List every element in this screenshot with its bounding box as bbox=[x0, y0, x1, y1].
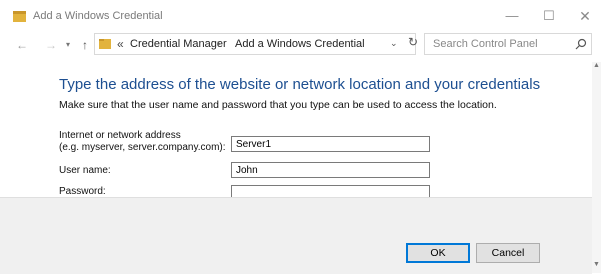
address-label-line2: (e.g. myserver, server.company.com): bbox=[59, 142, 226, 153]
address-bar[interactable]: « Credential Manager › Add a Windows Cre… bbox=[94, 33, 416, 55]
back-button[interactable]: ← bbox=[14, 37, 30, 53]
scroll-down-icon[interactable]: ▼ bbox=[593, 261, 600, 268]
vertical-scrollbar[interactable]: ▲ ▼ bbox=[592, 62, 601, 273]
scroll-up-icon[interactable]: ▲ bbox=[593, 62, 600, 69]
refresh-icon[interactable]: ↻ bbox=[408, 35, 418, 49]
address-overflow-button[interactable]: « bbox=[117, 36, 124, 52]
ok-button[interactable]: OK bbox=[406, 243, 470, 263]
control-panel-icon bbox=[99, 39, 111, 49]
forward-button[interactable]: → bbox=[43, 37, 59, 53]
username-input[interactable] bbox=[231, 162, 430, 178]
page-description: Make sure that the user name and passwor… bbox=[59, 99, 497, 111]
dialog-footer: OK Cancel bbox=[0, 197, 592, 274]
network-address-input[interactable] bbox=[231, 136, 430, 152]
search-icon[interactable] bbox=[575, 38, 587, 50]
breadcrumb-credential-manager[interactable]: Credential Manager bbox=[130, 37, 227, 51]
up-button[interactable]: ↑ bbox=[77, 37, 93, 53]
breadcrumb-separator-icon[interactable]: › bbox=[217, 36, 221, 52]
search-placeholder: Search Control Panel bbox=[433, 38, 538, 50]
address-dropdown-icon[interactable]: ⌄ bbox=[390, 38, 398, 49]
search-box[interactable]: Search Control Panel bbox=[424, 33, 592, 55]
cancel-button[interactable]: Cancel bbox=[476, 243, 540, 263]
username-label: User name: bbox=[59, 165, 111, 176]
credential-manager-icon bbox=[13, 11, 26, 22]
window-title: Add a Windows Credential bbox=[33, 10, 163, 22]
recent-locations-button[interactable]: ▾ bbox=[60, 37, 76, 53]
breadcrumb-add-windows-credential[interactable]: Add a Windows Credential bbox=[235, 37, 365, 51]
close-button[interactable]: ✕ bbox=[571, 5, 599, 27]
title-bar: Add a Windows Credential — ☐ ✕ bbox=[0, 0, 601, 30]
minimize-button[interactable]: — bbox=[498, 5, 526, 27]
address-label-line1: Internet or network address bbox=[59, 130, 181, 141]
maximize-button[interactable]: ☐ bbox=[535, 5, 563, 27]
navigation-bar: ← → ▾ ↑ « Credential Manager › Add a Win… bbox=[0, 30, 601, 62]
page-heading: Type the address of the website or netwo… bbox=[59, 76, 541, 93]
